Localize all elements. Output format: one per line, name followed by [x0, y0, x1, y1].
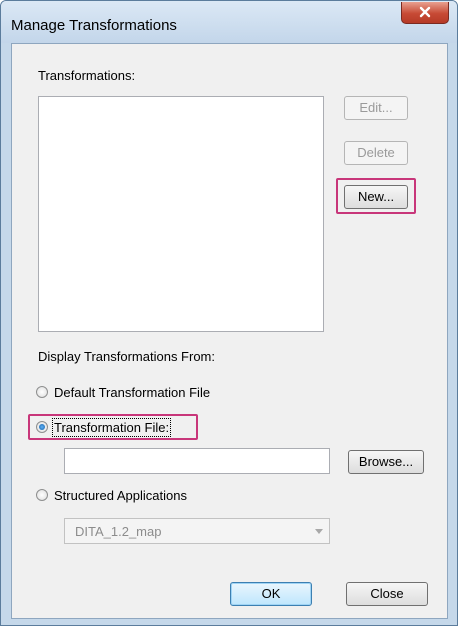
radio-button[interactable] — [36, 386, 48, 398]
structured-application-value: DITA_1.2_map — [75, 524, 162, 539]
close-icon — [419, 6, 431, 18]
display-from-label: Display Transformations From: — [38, 349, 215, 364]
title-bar[interactable]: Manage Transformations — [1, 1, 457, 43]
edit-button-label: Edit... — [359, 100, 393, 115]
delete-button[interactable]: Delete — [344, 141, 408, 165]
new-button-label: New... — [357, 189, 395, 204]
close-button-label: Close — [370, 586, 404, 601]
radio-default-transformation-file[interactable]: Default Transformation File — [36, 383, 210, 401]
edit-button[interactable]: Edit... — [344, 96, 408, 120]
transformation-file-path-input[interactable] — [64, 448, 330, 474]
browse-button[interactable]: Browse... — [348, 450, 424, 474]
radio-button-selected[interactable] — [36, 421, 48, 433]
manage-transformations-dialog: Manage Transformations Transformations: … — [0, 0, 458, 626]
ok-button-label: OK — [261, 586, 281, 601]
structured-application-select[interactable]: DITA_1.2_map — [64, 518, 330, 544]
radio-structured-applications[interactable]: Structured Applications — [36, 486, 187, 504]
transformations-label: Transformations: — [38, 68, 136, 83]
radio-label: Transformation File: — [51, 417, 172, 437]
window-close-button[interactable] — [401, 2, 449, 24]
delete-button-label: Delete — [357, 145, 395, 160]
radio-label: Default Transformation File — [54, 384, 211, 400]
new-button[interactable]: New... — [344, 185, 408, 209]
dialog-body: Transformations: Edit... Delete New... D… — [11, 43, 448, 619]
browse-button-label: Browse... — [358, 454, 414, 469]
transformations-list[interactable] — [38, 96, 324, 332]
chevron-down-icon — [315, 529, 323, 534]
ok-button[interactable]: OK — [230, 582, 312, 606]
dialog-title: Manage Transformations — [11, 17, 177, 34]
radio-label: Structured Applications — [54, 487, 187, 503]
radio-transformation-file[interactable]: Transformation File: — [36, 417, 172, 437]
radio-button[interactable] — [36, 489, 48, 501]
close-button[interactable]: Close — [346, 582, 428, 606]
